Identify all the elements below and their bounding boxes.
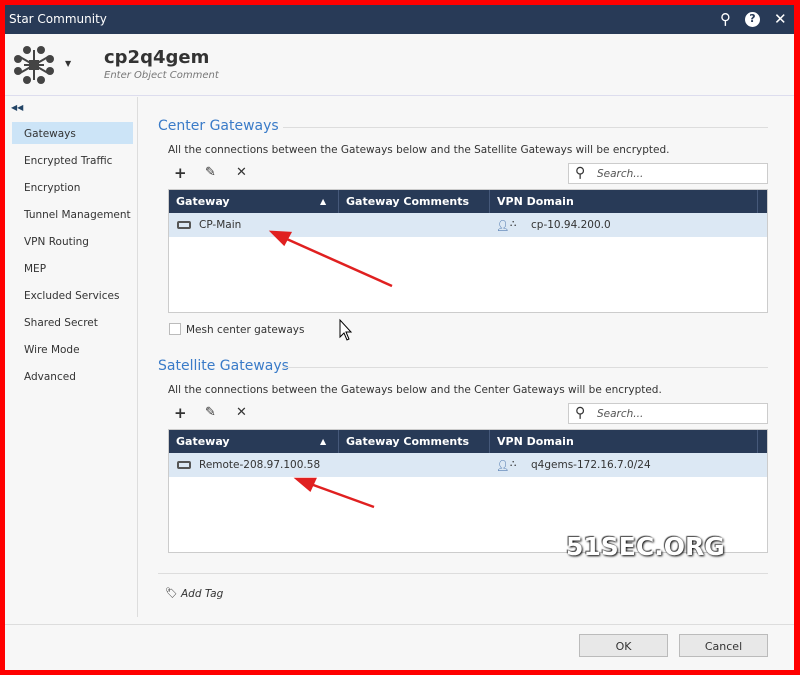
gateway-icon <box>177 221 191 229</box>
network-group-icon: ⛬ <box>510 459 517 469</box>
divider <box>283 127 768 128</box>
center-gateways-title: Center Gateways <box>158 118 279 134</box>
satellite-description: All the connections between the Gateways… <box>168 384 662 396</box>
user-icon: 👤︎ <box>496 220 510 232</box>
mesh-center-gateways-checkbox[interactable] <box>169 323 181 335</box>
tag-icon: 🏷︎ <box>165 588 178 599</box>
table-header: Gateway ▲ Gateway Comments VPN Domain <box>169 430 767 453</box>
column-gateway[interactable]: Gateway <box>176 195 230 208</box>
sidebar-item-tunnel-management[interactable]: Tunnel Management <box>12 203 133 225</box>
mesh-center-gateways-label: Mesh center gateways <box>186 324 305 336</box>
object-name[interactable]: cp2q4gem <box>104 47 209 68</box>
delete-icon[interactable]: ✕ <box>236 165 247 180</box>
sidebar-item-shared-secret[interactable]: Shared Secret <box>12 311 133 333</box>
search-icon[interactable]: ⚲ <box>720 10 731 28</box>
satellite-gateways-title: Satellite Gateways <box>158 358 289 374</box>
vpn-domain: q4gems-172.16.7.0/24 <box>531 459 651 471</box>
sidebar-item-wire-mode[interactable]: Wire Mode <box>12 338 133 360</box>
divider <box>158 573 768 574</box>
center-description: All the connections between the Gateways… <box>168 144 670 156</box>
window-title: Star Community <box>9 12 107 26</box>
title-bar: Star Community ⚲ ? ✕ <box>5 5 794 34</box>
gateway-name: Remote-208.97.100.58 <box>199 459 321 471</box>
network-icon: ⛬ <box>510 219 517 229</box>
column-gateway[interactable]: Gateway <box>176 435 230 448</box>
center-gateways-table: Gateway ▲ Gateway Comments VPN Domain CP… <box>168 189 768 313</box>
gateway-icon <box>177 461 191 469</box>
sidebar-item-encrypted-traffic[interactable]: Encrypted Traffic <box>12 149 133 171</box>
sort-ascending-icon[interactable]: ▲ <box>320 197 326 206</box>
sidebar: ◀◀ Gateways Encrypted Traffic Encryption… <box>5 97 138 617</box>
divider <box>283 367 768 368</box>
sidebar-item-gateways[interactable]: Gateways <box>12 122 133 144</box>
vpn-domain: cp-10.94.200.0 <box>531 219 611 231</box>
gateway-name: CP-Main <box>199 219 242 231</box>
edit-pencil-icon[interactable]: ✎ <box>205 405 216 420</box>
column-vpn-domain[interactable]: VPN Domain <box>497 435 574 448</box>
help-icon[interactable]: ? <box>745 12 760 27</box>
watermark: 51SEC.ORG <box>566 532 725 561</box>
table-header: Gateway ▲ Gateway Comments VPN Domain <box>169 190 767 213</box>
sort-ascending-icon[interactable]: ▲ <box>320 437 326 446</box>
column-gateway-comments[interactable]: Gateway Comments <box>346 435 469 448</box>
satellite-search-input[interactable]: ⚲ Search... <box>568 403 768 424</box>
sidebar-item-advanced[interactable]: Advanced <box>12 365 133 387</box>
sidebar-item-mep[interactable]: MEP <box>12 257 133 279</box>
sidebar-item-excluded-services[interactable]: Excluded Services <box>12 284 133 306</box>
table-row[interactable]: Remote-208.97.100.58 👤︎ ⛬ q4gems-172.16.… <box>169 453 767 477</box>
search-icon: ⚲ <box>575 405 586 421</box>
add-icon[interactable]: + <box>174 404 187 422</box>
sidebar-item-vpn-routing[interactable]: VPN Routing <box>12 230 133 252</box>
add-tag-link[interactable]: Add Tag <box>181 588 223 600</box>
chevron-down-icon[interactable]: ▼ <box>65 59 71 68</box>
object-header: ▼ cp2q4gem Enter Object Comment <box>5 34 794 96</box>
cancel-button[interactable]: Cancel <box>679 634 768 657</box>
star-community-icon[interactable] <box>14 45 54 85</box>
column-vpn-domain[interactable]: VPN Domain <box>497 195 574 208</box>
add-icon[interactable]: + <box>174 164 187 182</box>
object-comment-field[interactable]: Enter Object Comment <box>104 70 219 81</box>
star-community-window: Star Community ⚲ ? ✕ ▼ cp2q4gem Enter Ob… <box>5 5 794 670</box>
ok-button[interactable]: OK <box>579 634 668 657</box>
edit-pencil-icon[interactable]: ✎ <box>205 165 216 180</box>
divider <box>5 624 794 625</box>
search-icon: ⚲ <box>575 165 586 181</box>
user-icon: 👤︎ <box>496 460 510 472</box>
column-gateway-comments[interactable]: Gateway Comments <box>346 195 469 208</box>
collapse-sidebar-icon[interactable]: ◀◀ <box>11 103 23 112</box>
table-row[interactable]: CP-Main 👤︎ ⛬ cp-10.94.200.0 <box>169 213 767 237</box>
sidebar-item-encryption[interactable]: Encryption <box>12 176 133 198</box>
delete-icon[interactable]: ✕ <box>236 405 247 420</box>
center-search-input[interactable]: ⚲ Search... <box>568 163 768 184</box>
close-icon[interactable]: ✕ <box>774 10 787 28</box>
